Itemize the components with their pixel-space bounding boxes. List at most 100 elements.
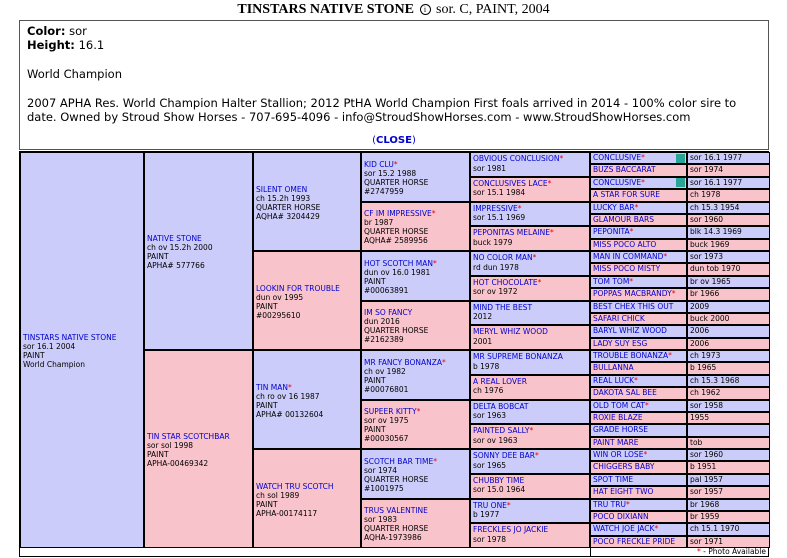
horse-name-link[interactable]: SPOT TIME bbox=[593, 475, 633, 484]
horse-name-link[interactable]: BULLANNA bbox=[593, 363, 634, 372]
horse-detail: sor 1963 bbox=[473, 411, 507, 420]
pedigree-cell: CHIGGERS BABY bbox=[590, 461, 687, 474]
horse-name-link[interactable]: TRU ONE* bbox=[473, 501, 511, 510]
pedigree-cell: TINSTARS NATIVE STONE sor 16.1 2004 PAINT W… bbox=[20, 152, 144, 548]
horse-name-link[interactable]: BEST CHEX THIS OUT bbox=[593, 302, 673, 311]
horse-detail: sor 1965 bbox=[473, 460, 507, 470]
horse-name-link[interactable]: LUCKY BAR* bbox=[593, 203, 638, 212]
horse-name-link[interactable]: WATCH TRU SCOTCH bbox=[256, 482, 334, 491]
horse-name-link[interactable]: CHUBBY TIME bbox=[473, 476, 524, 485]
pedigree-cell: GLAMOUR BARS bbox=[590, 213, 687, 227]
horse-name-link[interactable]: IMPRESSIVE* bbox=[473, 204, 522, 213]
height-value: 16.1 bbox=[78, 38, 105, 52]
horse-name: TOM TOM bbox=[593, 276, 630, 286]
photo-star-icon: * bbox=[634, 202, 639, 212]
photo-star-icon: * bbox=[559, 154, 564, 163]
horse-name-link[interactable]: DAKOTA SAL BEE bbox=[593, 388, 657, 397]
horse-name-link[interactable]: NO COLOR MAN* bbox=[473, 253, 536, 262]
horse-name-link[interactable]: MIND THE BEST bbox=[473, 303, 532, 312]
cell-content: MIND THE BEST 2012 bbox=[473, 303, 588, 322]
horse-name-link[interactable]: A REAL LOVER bbox=[473, 377, 527, 386]
horse-name-link[interactable]: TROUBLE BONANZA* bbox=[593, 351, 672, 360]
horse-name-link[interactable]: MERYL WHIZ WOOD bbox=[473, 327, 548, 336]
info-icon[interactable]: i bbox=[419, 4, 431, 15]
horse-name-link[interactable]: CONCLUSIVES LACE* bbox=[473, 179, 551, 188]
horse-name-link[interactable]: PEPONITAS MELAINE* bbox=[473, 228, 554, 237]
horse-name-link[interactable]: SAFARI CHICK bbox=[593, 314, 645, 323]
horse-detail: dun 2016 bbox=[364, 317, 400, 327]
horse-name-link[interactable]: CONCLUSIVE* bbox=[593, 153, 645, 162]
horse-name-link[interactable]: REAL LUCK* bbox=[593, 376, 638, 385]
horse-name-link[interactable]: MR SUPREME BONANZA bbox=[473, 352, 563, 361]
horse-name-link[interactable]: OBVIOUS CONCLUSION* bbox=[473, 154, 563, 163]
horse-name-link[interactable]: TRUS VALENTINE bbox=[364, 506, 428, 515]
horse-detail: QUARTER HORSE bbox=[364, 177, 429, 187]
horse-name-link[interactable]: HAT EIGHT TWO bbox=[593, 487, 653, 496]
horse-name-link[interactable]: PAINT MARE bbox=[593, 438, 639, 447]
photo-star-icon: * bbox=[668, 351, 672, 360]
horse-name-link[interactable]: BARYL WHIZ WOOD bbox=[593, 326, 667, 335]
horse-name-link[interactable]: WIN OR LOSE* bbox=[593, 450, 647, 459]
horse-name-link[interactable]: SCOTCH BAR TIME* bbox=[364, 457, 437, 466]
horse-name-link[interactable]: DELTA BOBCAT bbox=[473, 402, 528, 411]
horse-name-link[interactable]: PAINTED SALLY* bbox=[473, 426, 533, 435]
close-link[interactable]: CLOSE bbox=[376, 135, 412, 146]
horse-name-link[interactable]: LADY SUY ESG bbox=[593, 339, 647, 348]
horse-name-link[interactable]: KID CLU* bbox=[364, 160, 398, 169]
pedigree-cell-info: br 1959 bbox=[687, 510, 770, 524]
horse-name-link[interactable]: POPPAS MACBRANDY* bbox=[593, 289, 675, 298]
horse-name-link[interactable]: TOM TOM* bbox=[593, 277, 633, 286]
horse-name-link[interactable]: NATIVE STONE bbox=[147, 234, 202, 243]
pedigree-cell: POPPAS MACBRANDY* bbox=[590, 288, 687, 301]
horse-name-link[interactable]: HOT CHOCOLATE* bbox=[473, 278, 541, 287]
pedigree-cell: MISS POCO MISTY bbox=[590, 263, 687, 276]
horse-name-link[interactable]: GRADE HORSE bbox=[593, 425, 648, 434]
horse-name-link[interactable]: TIN STAR SCOTCHBAR bbox=[147, 432, 230, 441]
horse-name-link[interactable]: SUPEER KITTY* bbox=[364, 407, 420, 416]
horse-detail: b 1951 bbox=[690, 462, 717, 472]
cell-content: TINSTARS NATIVE STONE sor 16.1 2004 PAINT W… bbox=[23, 333, 142, 369]
horse-name-link[interactable]: A STAR FOR SURE bbox=[593, 190, 660, 199]
horse-name-link[interactable]: MAN IN COMMAND* bbox=[593, 252, 667, 261]
horse-name-link[interactable]: PEPONITA* bbox=[593, 227, 633, 236]
horse-name-link[interactable]: CHIGGERS BABY bbox=[593, 462, 654, 471]
horse-name-link[interactable]: SILENT OMEN bbox=[256, 185, 307, 194]
horse-name-link[interactable]: OLD TOM CAT* bbox=[593, 401, 649, 410]
horse-detail: br 1959 bbox=[690, 511, 720, 521]
cell-content: LOOKIN FOR TROUBLE dun ov 1995 PAINT #00295… bbox=[256, 284, 359, 320]
horse-name-link[interactable]: TIN MAN* bbox=[256, 383, 292, 392]
horse-name-link[interactable]: LOOKIN FOR TROUBLE bbox=[256, 284, 340, 293]
horse-name-link[interactable]: ROXIE BLAZE bbox=[593, 413, 643, 422]
horse-name-link[interactable]: GLAMOUR BARS bbox=[593, 215, 654, 224]
horse-name-link[interactable]: SONNY DEE BAR* bbox=[473, 451, 539, 460]
horse-name-link[interactable]: WATCH JOE JACK* bbox=[593, 524, 658, 533]
horse-name-link[interactable]: POCO DIXIANN bbox=[593, 512, 649, 521]
horse-detail: AQHA# 3204429 bbox=[256, 211, 320, 221]
horse-name: BARYL WHIZ WOOD bbox=[593, 326, 667, 336]
horse-name-link[interactable]: TRU TRU* bbox=[593, 500, 630, 509]
horse-name-link[interactable]: HOT SCOTCH MAN* bbox=[364, 259, 437, 268]
horse-name-link[interactable]: MISS POCO MISTY bbox=[593, 264, 660, 273]
horse-name-link[interactable]: FRECKLES JO JACKIE bbox=[473, 525, 548, 534]
horse-detail: ch 15.1 1970 bbox=[690, 524, 740, 534]
horse-name-link[interactable]: MR FANCY BONANZA* bbox=[364, 358, 446, 367]
horse-detail: buck 1969 bbox=[690, 239, 730, 249]
pedigree-cell: PEPONITA* bbox=[590, 226, 687, 239]
horse-name-link[interactable]: MISS POCO ALTO bbox=[593, 240, 656, 249]
horse-title: TINSTARS NATIVE STONE bbox=[237, 2, 415, 17]
horse-detail: sor 1978 bbox=[473, 534, 507, 544]
horse-name: MERYL WHIZ WOOD bbox=[473, 327, 548, 337]
horse-name-link[interactable]: POCO FRECKLE PRIDE bbox=[593, 537, 675, 546]
horse-name: TRU TRU bbox=[593, 499, 626, 509]
horse-name-link[interactable]: CF IM IMPRESSIVE* bbox=[364, 209, 436, 218]
horse-name-link[interactable]: IM SO FANCY bbox=[364, 308, 412, 317]
horse-name-link[interactable]: CONCLUSIVE* bbox=[593, 178, 645, 187]
horse-name-link[interactable]: TINSTARS NATIVE STONE bbox=[23, 333, 116, 342]
horse-name: BEST CHEX THIS OUT bbox=[593, 301, 674, 311]
pedigree-cell: POCO DIXIANN bbox=[590, 510, 687, 524]
horse-detail: PAINT bbox=[147, 450, 169, 459]
horse-name-link[interactable]: BUZS BACCARAT bbox=[593, 165, 656, 174]
pedigree-cell-info: 2006 bbox=[687, 337, 770, 350]
horse-detail: sor 1983 bbox=[364, 515, 398, 525]
cell-content: TRUS VALENTINE sor 1983 QUARTER HORSE AQHA-… bbox=[364, 506, 468, 542]
